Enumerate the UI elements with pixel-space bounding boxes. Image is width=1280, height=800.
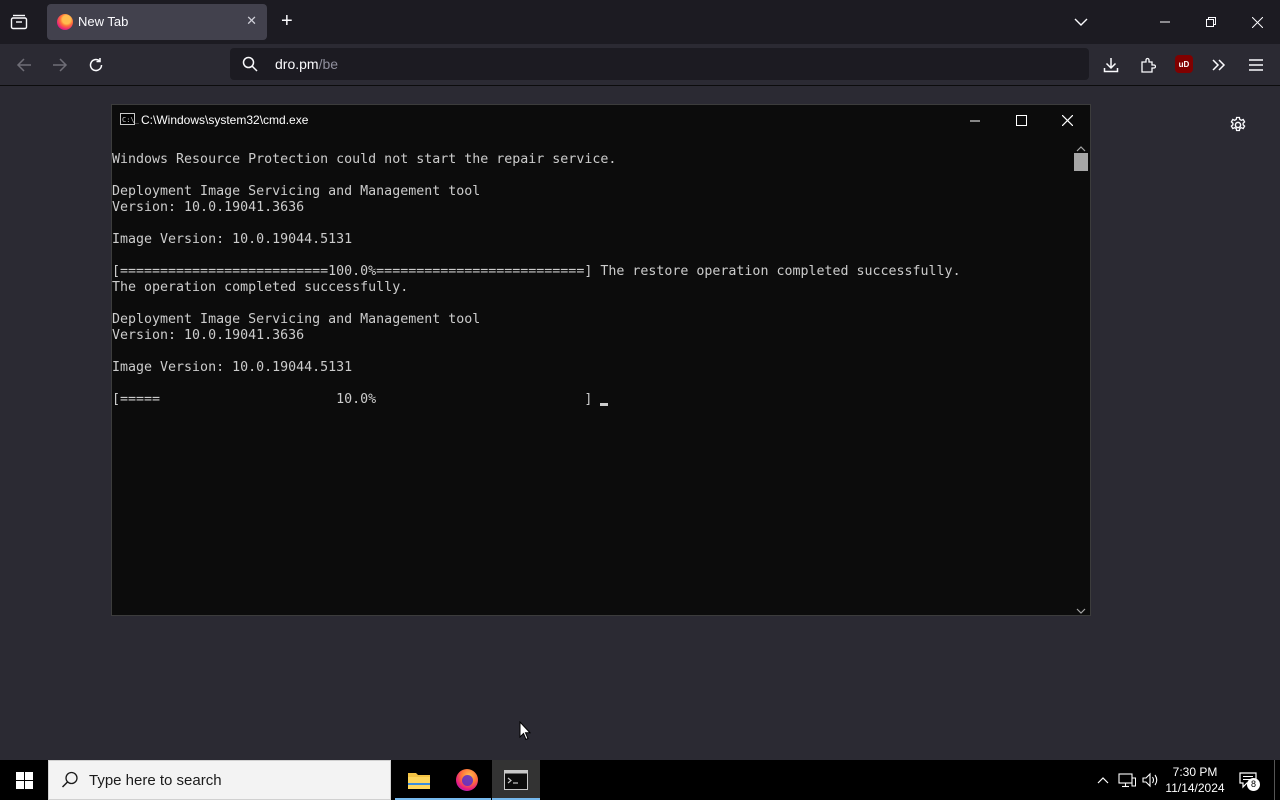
forward-button[interactable] [47, 52, 73, 78]
console-line: Version: 10.0.19041.3636 [112, 328, 305, 343]
console-line: Image Version: 10.0.19044.5131 [112, 232, 353, 247]
tab-close-icon[interactable]: ✕ [246, 13, 257, 29]
download-icon [1103, 58, 1119, 73]
tab-new-tab[interactable]: New Tab ✕ [47, 4, 267, 40]
clock-date: 11/14/2024 [1165, 781, 1225, 795]
mouse-cursor-icon [519, 721, 531, 741]
scroll-down-arrow-icon[interactable] [1076, 601, 1086, 619]
minimize-icon [1160, 21, 1170, 23]
maximize-icon [1015, 115, 1027, 126]
volume-button[interactable] [1140, 760, 1162, 800]
app-menu-button[interactable] [1243, 52, 1269, 78]
new-tab-button[interactable]: + [281, 11, 293, 31]
restore-icon [1206, 17, 1216, 27]
console-line: [===== 10.0% ] [112, 392, 593, 407]
url-text[interactable]: dro.pm/be [275, 56, 338, 72]
url-path: /be [318, 56, 339, 72]
console-line: [==========================100.0%=======… [112, 264, 961, 279]
console-line: Windows Resource Protection could not st… [112, 152, 617, 167]
speaker-icon [1142, 772, 1158, 788]
chevrons-right-icon [1212, 59, 1226, 71]
firefox-icon [57, 14, 73, 30]
downloads-button[interactable] [1098, 52, 1124, 78]
tab-strip: New Tab ✕ + [0, 0, 1280, 44]
console-line: Version: 10.0.19041.3636 [112, 200, 305, 215]
firefox-view-button[interactable] [8, 12, 30, 32]
taskbar-clock[interactable]: 7:30 PM 11/14/2024 [1160, 764, 1230, 796]
gear-icon [1230, 116, 1246, 132]
chevron-up-icon [1097, 777, 1109, 784]
ublock-origin-icon[interactable]: uD [1175, 55, 1193, 73]
search-placeholder: Type here to search [89, 772, 222, 789]
puzzle-icon [1141, 57, 1156, 73]
close-icon [1061, 115, 1073, 126]
nav-toolbar: dro.pm/be uD [0, 44, 1280, 86]
cmd-scrollbar[interactable] [1072, 136, 1090, 615]
back-button[interactable] [11, 52, 37, 78]
arrow-left-icon [16, 58, 31, 72]
cmd-window[interactable]: C:\_ C:\Windows\system32\cmd.exe Windows… [111, 104, 1091, 616]
customize-new-tab-button[interactable] [1229, 116, 1247, 139]
taskbar: Type here to search 7:30 PM 11/14/2024 8 [0, 760, 1280, 800]
browser-close-button[interactable] [1234, 0, 1280, 44]
cmd-minimize-button[interactable] [952, 105, 998, 136]
search-icon [242, 56, 258, 77]
arrow-right-icon [53, 58, 68, 72]
taskbar-firefox[interactable] [443, 760, 491, 800]
network-icon [1118, 773, 1136, 788]
tab-title: New Tab [78, 14, 129, 29]
console-line: Deployment Image Servicing and Managemen… [112, 312, 481, 327]
browser-restore-button[interactable] [1188, 0, 1234, 44]
folder-icon [408, 773, 430, 789]
more-tools-button[interactable] [1206, 52, 1232, 78]
extensions-button[interactable] [1135, 52, 1161, 78]
firefox-view-icon [10, 14, 28, 30]
taskbar-search-box[interactable]: Type here to search [48, 760, 391, 800]
network-button[interactable] [1116, 760, 1138, 800]
clock-time: 7:30 PM [1172, 765, 1218, 779]
cmd-app-icon: C:\_ [120, 113, 139, 125]
show-hidden-icons-button[interactable] [1094, 760, 1112, 800]
action-center-button[interactable]: 8 [1236, 760, 1260, 800]
cmd-close-button[interactable] [1044, 105, 1090, 136]
cmd-title-bar[interactable]: C:\_ C:\Windows\system32\cmd.exe [112, 105, 1090, 136]
minimize-icon [970, 120, 980, 121]
windows-logo-icon [15, 771, 33, 789]
search-icon [61, 771, 79, 794]
console-output[interactable]: Windows Resource Protection could not st… [112, 152, 961, 408]
console-line: Deployment Image Servicing and Managemen… [112, 184, 481, 199]
console-line: The operation completed successfully. [112, 280, 409, 295]
start-button[interactable] [0, 760, 48, 800]
list-all-tabs-button[interactable] [1073, 14, 1089, 35]
console-line: Image Version: 10.0.19044.5131 [112, 360, 353, 375]
cmd-window-title: C:\Windows\system32\cmd.exe [141, 113, 309, 127]
text-cursor [600, 403, 608, 406]
browser-minimize-button[interactable] [1142, 0, 1188, 44]
notification-count-badge: 8 [1247, 778, 1260, 791]
cmd-maximize-button[interactable] [998, 105, 1044, 136]
url-bar[interactable]: dro.pm/be [230, 48, 1089, 80]
url-host: dro.pm [275, 56, 319, 72]
taskbar-cmd[interactable] [492, 760, 540, 800]
reload-icon [89, 58, 103, 72]
terminal-icon [504, 770, 528, 790]
taskbar-file-explorer[interactable] [395, 760, 443, 800]
firefox-icon [456, 769, 478, 791]
reload-button[interactable] [83, 52, 109, 78]
close-icon [1251, 16, 1263, 28]
hamburger-menu-icon [1249, 59, 1263, 71]
chevron-down-icon [1074, 18, 1088, 26]
scroll-thumb[interactable] [1074, 153, 1088, 171]
show-desktop-button[interactable] [1274, 760, 1275, 800]
